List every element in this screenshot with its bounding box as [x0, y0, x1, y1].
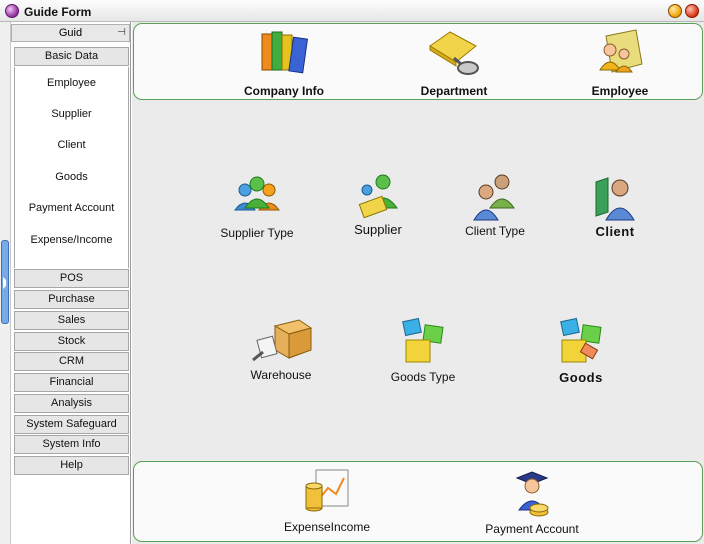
sidebar-item-expense-income[interactable]: Expense/Income	[15, 234, 128, 246]
supplier-shortcut[interactable]: Supplier	[338, 172, 418, 237]
group-basic-data[interactable]: Basic Data	[14, 47, 129, 66]
employee-shortcut[interactable]: Employee	[568, 26, 672, 98]
client-type-icon	[473, 174, 515, 221]
app-icon	[5, 4, 19, 18]
main-area: Company Info Department Employee Supplie…	[132, 22, 704, 544]
goods-label: Goods	[559, 370, 603, 385]
sidebar: Guid ⊣ Basic Data Employee Supplier Clie…	[0, 22, 131, 544]
collapse-handle[interactable]	[1, 240, 9, 324]
warehouse-label: Warehouse	[250, 368, 312, 382]
supplier-icon	[358, 174, 398, 219]
users-group-icon	[234, 176, 280, 211]
group-system-safeguard[interactable]: System Safeguard	[14, 415, 129, 434]
employee-folder-icon	[599, 29, 643, 73]
graduate-coins-icon	[515, 471, 549, 517]
pin-icon[interactable]: ⊣	[116, 27, 127, 38]
bottom-shortcut-panel	[133, 461, 703, 542]
window-title: Guide Form	[24, 5, 92, 19]
goods-shortcut[interactable]: Goods	[538, 316, 624, 385]
books-icon	[261, 31, 309, 74]
sidebar-item-goods[interactable]: Goods	[15, 171, 128, 183]
sidebar-item-employee[interactable]: Employee	[15, 77, 128, 89]
folder-search-icon	[429, 31, 479, 75]
goods-type-cubes-icon	[402, 317, 444, 363]
expense-chart-icon	[305, 469, 349, 512]
group-help[interactable]: Help	[14, 456, 129, 475]
goods-cubes-icon	[560, 317, 602, 363]
title-bar: Guide Form	[0, 0, 704, 22]
goods-type-label: Goods Type	[390, 370, 456, 384]
client-type-shortcut[interactable]: Client Type	[450, 172, 540, 238]
sidebar-header-label: Guid	[58, 27, 83, 39]
group-stock[interactable]: Stock	[14, 332, 129, 351]
client-type-label: Client Type	[465, 224, 525, 238]
client-icon	[595, 177, 635, 221]
client-label: Client	[595, 224, 635, 239]
department-shortcut[interactable]: Department	[402, 26, 506, 98]
group-pos[interactable]: POS	[14, 269, 129, 288]
basic-data-panel: Employee Supplier Client Goods Payment A…	[14, 67, 129, 268]
sidebar-item-supplier[interactable]: Supplier	[15, 108, 128, 120]
payment-account-shortcut[interactable]: Payment Account	[482, 468, 582, 536]
client-shortcut[interactable]: Client	[572, 172, 658, 239]
company-info-label: Company Info	[244, 84, 324, 98]
supplier-label: Supplier	[354, 222, 402, 237]
group-sales[interactable]: Sales	[14, 311, 129, 330]
employee-label: Employee	[591, 84, 649, 98]
sidebar-item-client[interactable]: Client	[15, 139, 128, 151]
department-label: Department	[420, 84, 488, 98]
sidebar-collapse-strip	[0, 22, 11, 544]
sidebar-item-payment-account[interactable]: Payment Account	[15, 202, 128, 214]
expense-income-label: ExpenseIncome	[283, 520, 371, 534]
close-button[interactable]	[685, 4, 699, 18]
payment-account-label: Payment Account	[485, 522, 579, 536]
minimize-button[interactable]	[668, 4, 682, 18]
sidebar-header: Guid ⊣	[11, 24, 130, 42]
supplier-type-shortcut[interactable]: Supplier Type	[212, 172, 302, 240]
warehouse-shortcut[interactable]: Warehouse	[238, 316, 324, 382]
warehouse-box-icon	[252, 319, 313, 362]
group-crm[interactable]: CRM	[14, 352, 129, 371]
group-financial[interactable]: Financial	[14, 373, 129, 392]
goods-type-shortcut[interactable]: Goods Type	[378, 316, 468, 384]
company-info-shortcut[interactable]: Company Info	[232, 26, 336, 98]
group-system-info[interactable]: System Info	[14, 435, 129, 454]
supplier-type-label: Supplier Type	[220, 226, 294, 240]
group-purchase[interactable]: Purchase	[14, 290, 129, 309]
group-analysis[interactable]: Analysis	[14, 394, 129, 413]
expense-income-shortcut[interactable]: ExpenseIncome	[282, 468, 372, 534]
